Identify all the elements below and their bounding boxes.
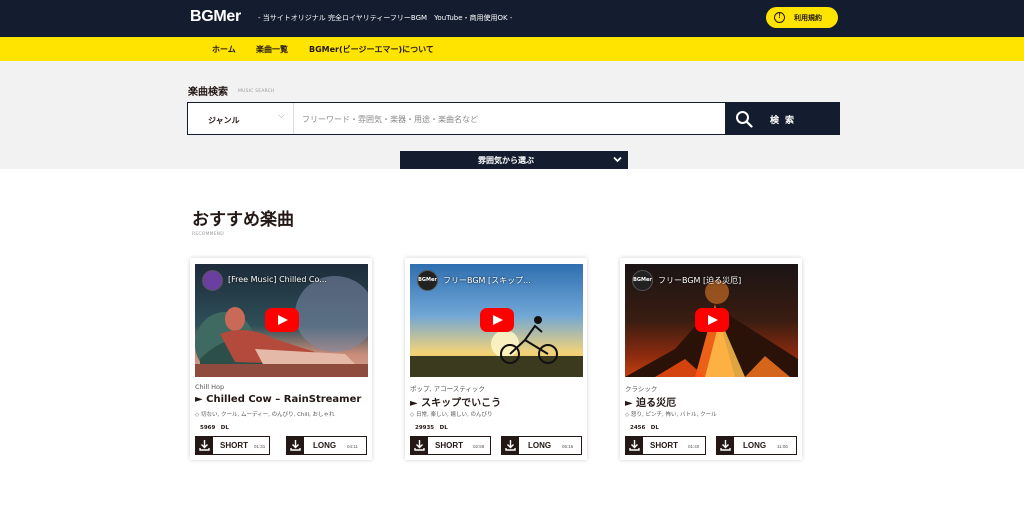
top-header: BGMer - 当サイトオリジナル 完全ロイヤリティーフリーBGM YouTub… [0, 0, 1024, 37]
tag-list[interactable]: 切ない, クール, ムーディー, のんびり, Chill, おしゃれ [201, 412, 335, 418]
play-icon[interactable] [265, 308, 299, 332]
video-title: フリーBGM [迫る災厄] [658, 276, 742, 285]
download-count: 5969 DL [200, 425, 229, 431]
download-icon [411, 437, 428, 454]
search-icon [736, 111, 753, 128]
song-title[interactable]: ► 迫る災厄 [625, 394, 676, 409]
search-subtitle: MUSIC SEARCH [238, 89, 275, 94]
nav-song-list[interactable]: 楽曲一覧 [256, 44, 288, 55]
short-duration: 01:40 [688, 444, 700, 449]
song-category[interactable]: クラシック [625, 383, 657, 393]
genre-label: ジャンル [208, 116, 240, 125]
download-short-button[interactable]: SHORT 01:31 [195, 436, 270, 455]
search-form: ジャンル ⌵ [187, 102, 725, 135]
short-duration: 02:59 [473, 444, 485, 449]
download-count: 29935 DL [415, 425, 448, 431]
terms-label: 利用規約 [794, 14, 822, 22]
download-icon [287, 437, 304, 454]
info-icon: ! [774, 12, 785, 23]
terms-button[interactable]: ! 利用規約 [766, 7, 838, 28]
download-count: 2456 DL [630, 425, 659, 431]
song-card: [Free Music] Chilled Co... Chill Hop ► C… [190, 258, 372, 460]
song-title[interactable]: ► スキップでいこう [410, 394, 501, 409]
song-card: BGMer フリーBGM [迫る災厄] クラシック ► 迫る災厄 ◇ 怒り, ピ… [620, 258, 802, 460]
long-label: LONG [528, 441, 552, 450]
main-nav: ホーム 楽曲一覧 BGMer(ビージーエマー)について [0, 37, 1024, 61]
long-label: LONG [313, 441, 337, 450]
site-tagline: - 当サイトオリジナル 完全ロイヤリティーフリーBGM YouTube・商用使用… [258, 14, 513, 22]
video-title: フリーBGM [スキップ... [443, 276, 531, 285]
site-logo[interactable]: BGMer [190, 8, 241, 26]
mood-button-label: 雰囲気から選ぶ [478, 156, 534, 165]
search-button-label: 検索 [770, 115, 801, 125]
channel-avatar: BGMer [632, 270, 653, 291]
search-button[interactable]: 検索 [725, 102, 840, 135]
channel-avatar [202, 270, 223, 291]
long-duration: 04:11 [347, 444, 358, 449]
song-category[interactable]: ポップ, アコースティック [410, 383, 485, 393]
nav-about[interactable]: BGMer(ビージーエマー)について [309, 44, 434, 55]
tag-list[interactable]: 日常, 楽しい, 嬉しい, のんびり [416, 412, 493, 418]
download-short-button[interactable]: SHORT 02:59 [410, 436, 491, 455]
short-label: SHORT [220, 441, 248, 450]
video-thumbnail[interactable]: BGMer フリーBGM [スキップ... [410, 264, 583, 377]
genre-select[interactable]: ジャンル ⌵ [188, 103, 294, 134]
short-label: SHORT [435, 441, 463, 450]
chevron-down-icon [613, 156, 622, 163]
long-label: LONG [743, 441, 767, 450]
long-duration: 05:16 [562, 444, 574, 449]
short-duration: 01:31 [254, 444, 266, 449]
download-long-button[interactable]: LONG 04:11 [286, 436, 367, 455]
download-icon [196, 437, 213, 454]
recommend-subtitle: RECOMMEND [192, 232, 224, 237]
search-title: 楽曲検索 [188, 87, 228, 98]
play-icon[interactable] [695, 308, 729, 332]
video-thumbnail[interactable]: [Free Music] Chilled Co... [195, 264, 368, 377]
video-title: [Free Music] Chilled Co... [228, 275, 327, 284]
song-tags: ◇ 切ない, クール, ムーディー, のんびり, Chill, おしゃれ [195, 410, 335, 418]
mood-select-button[interactable]: 雰囲気から選ぶ [400, 151, 628, 169]
download-short-button[interactable]: SHORT 01:40 [625, 436, 706, 455]
song-category[interactable]: Chill Hop [195, 383, 224, 391]
download-icon [502, 437, 519, 454]
song-title[interactable]: ► Chilled Cow – RainStreamer [195, 394, 361, 405]
video-thumbnail[interactable]: BGMer フリーBGM [迫る災厄] [625, 264, 798, 377]
tag-list[interactable]: 怒り, ピンチ, 怖い, バトル, クール [631, 412, 717, 418]
song-card: BGMer フリーBGM [スキップ... ポップ, アコースティック ► スキ… [405, 258, 587, 460]
short-label: SHORT [650, 441, 678, 450]
chevron-down-icon: ⌵ [278, 111, 285, 121]
play-icon[interactable] [480, 308, 514, 332]
song-tags: ◇ 日常, 楽しい, 嬉しい, のんびり [410, 410, 492, 418]
nav-home[interactable]: ホーム [212, 44, 236, 55]
download-icon [717, 437, 734, 454]
search-input[interactable] [302, 110, 712, 128]
channel-avatar: BGMer [417, 270, 438, 291]
song-tags: ◇ 怒り, ピンチ, 怖い, バトル, クール [625, 410, 717, 418]
recommend-title: おすすめ楽曲 [192, 210, 294, 230]
download-icon [626, 437, 643, 454]
download-long-button[interactable]: LONG 11:06 [716, 436, 797, 455]
long-duration: 11:06 [777, 444, 788, 449]
download-long-button[interactable]: LONG 05:16 [501, 436, 582, 455]
